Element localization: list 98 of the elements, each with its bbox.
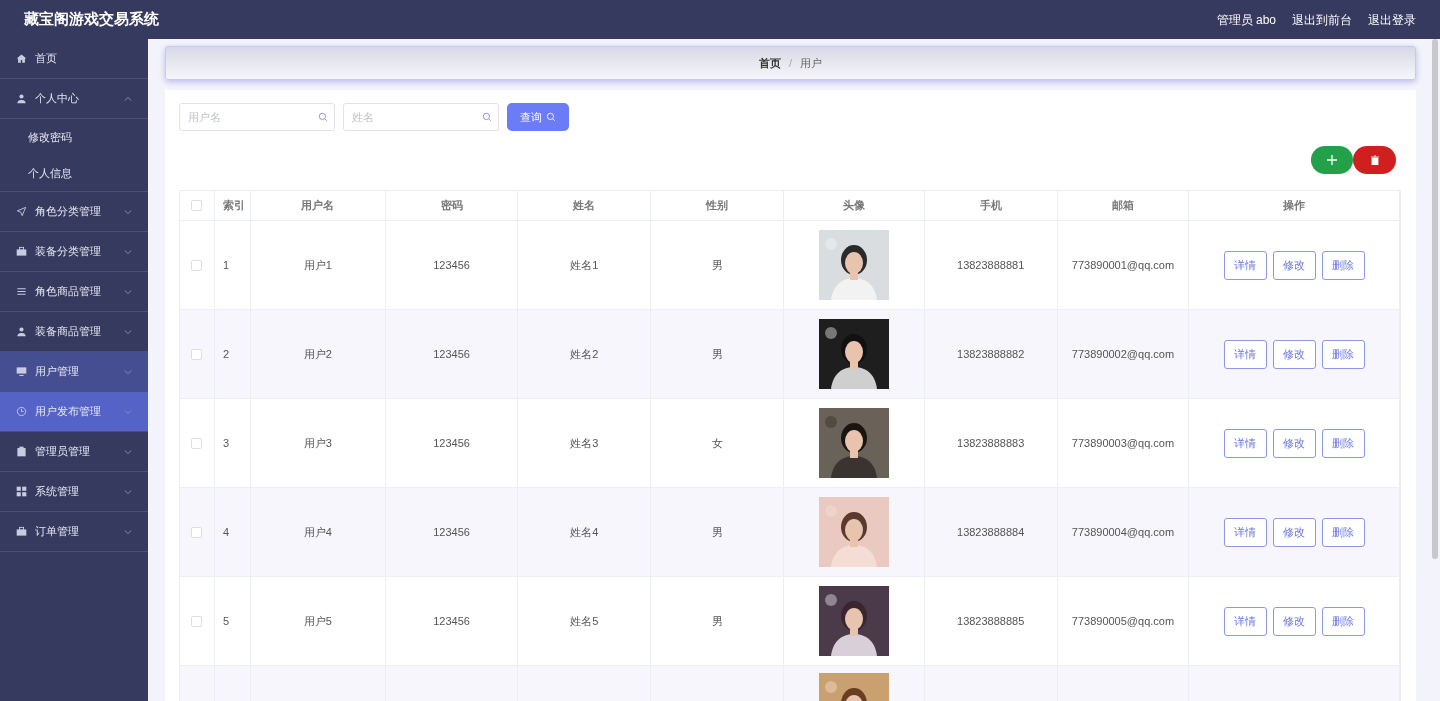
trash-icon [1369,155,1380,165]
action-button[interactable]: 详情 [1223,517,1267,547]
action-button[interactable]: 修改 [1272,339,1316,369]
table-cell-text: 女 [711,435,723,451]
submenu-item[interactable]: 修改密码 [0,119,148,155]
search-icon [546,112,556,122]
table-cell-text: 用户1 [303,257,332,273]
row-checkbox[interactable] [191,348,203,360]
column-header: 手机 [924,191,1058,220]
column-header: 性别 [651,191,784,220]
monitor-icon [16,366,27,377]
header-link[interactable]: 退出登录 [1368,10,1416,29]
table-cell-text: 123456 [433,346,470,362]
column-header: 用户名 [250,191,386,220]
table-cell-text: 男 [711,257,723,273]
grid-icon [16,486,27,497]
table-cell-text: 773890004@qq.com [1071,524,1175,540]
row-checkbox[interactable] [191,526,203,538]
home-icon [16,53,27,64]
table-cell-text: 4 [222,524,230,540]
table-cell-text: 13823888884 [957,524,1025,540]
clock-icon [16,406,27,417]
delete-button[interactable] [1353,146,1396,174]
table-cell-text: 13823888882 [957,346,1025,362]
table-cell-text: 5 [222,613,230,629]
list-icon [16,286,27,297]
table-cell-text: 姓名2 [570,346,599,362]
breadcrumb-link[interactable]: 用户 [800,54,823,72]
sidebar-item[interactable]: 用户管理 [0,352,148,392]
column-header: 索引 [214,191,251,220]
action-button[interactable]: 修改 [1272,517,1316,547]
search-icon [482,112,492,122]
clipboard-icon [16,446,27,457]
column-header: 操作 [1189,191,1400,220]
search-icon [318,112,328,122]
table-cell-text: 用户5 [303,613,332,629]
action-button[interactable]: 修改 [1272,428,1316,458]
action-button[interactable]: 删除 [1321,606,1365,636]
table-cell-text: 123456 [433,257,470,273]
query-button[interactable]: 查询 [507,103,569,131]
user-label: 管理员 abo [1216,11,1276,29]
action-button[interactable]: 删除 [1321,428,1365,458]
action-button[interactable]: 修改 [1272,606,1316,636]
table-cell-text: 姓名4 [570,524,599,540]
table-cell-text: 773890005@qq.com [1071,613,1175,629]
action-button[interactable]: 删除 [1321,339,1365,369]
action-button[interactable]: 删除 [1321,517,1365,547]
scrollbar[interactable] [1432,39,1438,559]
table-cell-text: 123456 [433,613,470,629]
table-cell-text: 13823888885 [957,613,1025,629]
table-cell-text: 男 [711,524,723,540]
table-cell-text: 姓名3 [570,435,599,451]
action-button[interactable]: 详情 [1223,339,1267,369]
header-link[interactable]: 退出到前台 [1292,10,1352,29]
row-checkbox[interactable] [191,615,203,627]
column-header: 邮箱 [1057,191,1190,220]
table-cell-text: 773890003@qq.com [1071,435,1175,451]
table-cell-text: 姓名1 [570,257,599,273]
add-button[interactable] [1311,146,1353,174]
app-title: 藏宝阁游戏交易系统 [24,9,159,30]
user-icon [16,326,27,337]
row-checkbox[interactable] [191,259,203,271]
action-button[interactable]: 详情 [1223,428,1267,458]
plus-icon [1327,155,1337,165]
column-header: 密码 [385,191,519,220]
search-field[interactable]: 姓名 [343,103,499,131]
table-cell-text: 2 [222,346,230,362]
breadcrumb-link[interactable]: 首页 [758,54,781,72]
action-button[interactable]: 删除 [1321,250,1365,280]
table-cell-text: 姓名5 [570,613,599,629]
table-cell-text: 男 [711,346,723,362]
select-all-checkbox[interactable] [191,200,203,211]
column-header: 头像 [784,191,925,220]
column-header: 姓名 [518,191,652,220]
table-cell-text: 用户3 [303,435,332,451]
table-cell-text: 123456 [433,524,470,540]
table-cell-text: 用户4 [303,524,332,540]
action-button[interactable]: 详情 [1223,606,1267,636]
paper-plane-icon [16,206,27,217]
table-cell-text: 773890001@qq.com [1071,257,1175,273]
table-cell-text: 3 [222,435,230,451]
action-button[interactable]: 修改 [1272,250,1316,280]
submenu-item[interactable]: 个人信息 [0,155,148,191]
sidebar-item[interactable]: 用户发布管理 [0,392,148,432]
briefcase-icon [16,526,27,537]
breadcrumb-separator: / [788,55,793,71]
table-cell-text: 用户2 [303,346,332,362]
action-button[interactable]: 详情 [1223,250,1267,280]
table-cell-text: 13823888881 [957,257,1025,273]
user-icon [16,93,27,104]
table-cell-text: 773890002@qq.com [1071,346,1175,362]
briefcase-icon [16,246,27,257]
table-cell-text: 男 [711,613,723,629]
table-cell-text: 13823888883 [957,435,1025,451]
table-cell-text: 1 [222,257,230,273]
search-field[interactable]: 用户名 [179,103,335,131]
row-checkbox[interactable] [191,437,203,449]
table-cell-text: 123456 [433,435,470,451]
